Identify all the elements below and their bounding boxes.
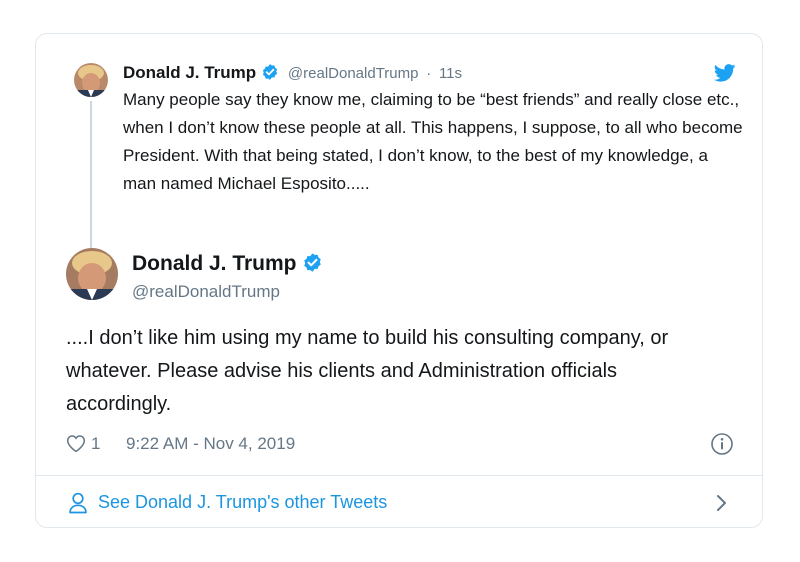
parent-author-name[interactable]: Donald J. Trump — [123, 63, 256, 82]
like-count: 1 — [91, 434, 101, 453]
dot-separator: · — [426, 65, 432, 82]
twitter-bird-icon[interactable] — [713, 64, 736, 87]
author-avatar[interactable] — [66, 248, 118, 300]
tweet-timestamp[interactable]: 9:22 AM - Nov 4, 2019 — [126, 430, 295, 458]
heart-icon — [66, 434, 86, 453]
parent-tweet-text: Many people say they know me, claiming t… — [123, 90, 743, 193]
parent-author-handle[interactable]: @realDonaldTrump — [288, 65, 419, 82]
verified-icon — [261, 63, 279, 88]
see-other-tweets-link[interactable]: See Donald J. Trump's other Tweets — [36, 476, 762, 528]
verified-icon — [302, 252, 323, 281]
parent-time-ago[interactable]: 11s — [439, 65, 462, 82]
parent-avatar[interactable] — [74, 63, 108, 97]
tweet-meta: 1 9:22 AM - Nov 4, 2019 — [66, 430, 734, 458]
embedded-tweet-card: Donald J. Trump @realDonaldTrump · 11s M… — [35, 33, 763, 528]
see-other-tweets-label: See Donald J. Trump's other Tweets — [98, 492, 388, 512]
author-name[interactable]: Donald J. Trump — [132, 252, 297, 275]
like-button[interactable]: 1 — [66, 430, 100, 458]
tweet-text: ....I don’t like him using my name to bu… — [66, 327, 669, 415]
person-icon — [68, 492, 88, 519]
chevron-right-icon — [716, 494, 728, 517]
info-icon[interactable] — [710, 432, 734, 465]
author-handle[interactable]: @realDonaldTrump — [132, 281, 323, 303]
